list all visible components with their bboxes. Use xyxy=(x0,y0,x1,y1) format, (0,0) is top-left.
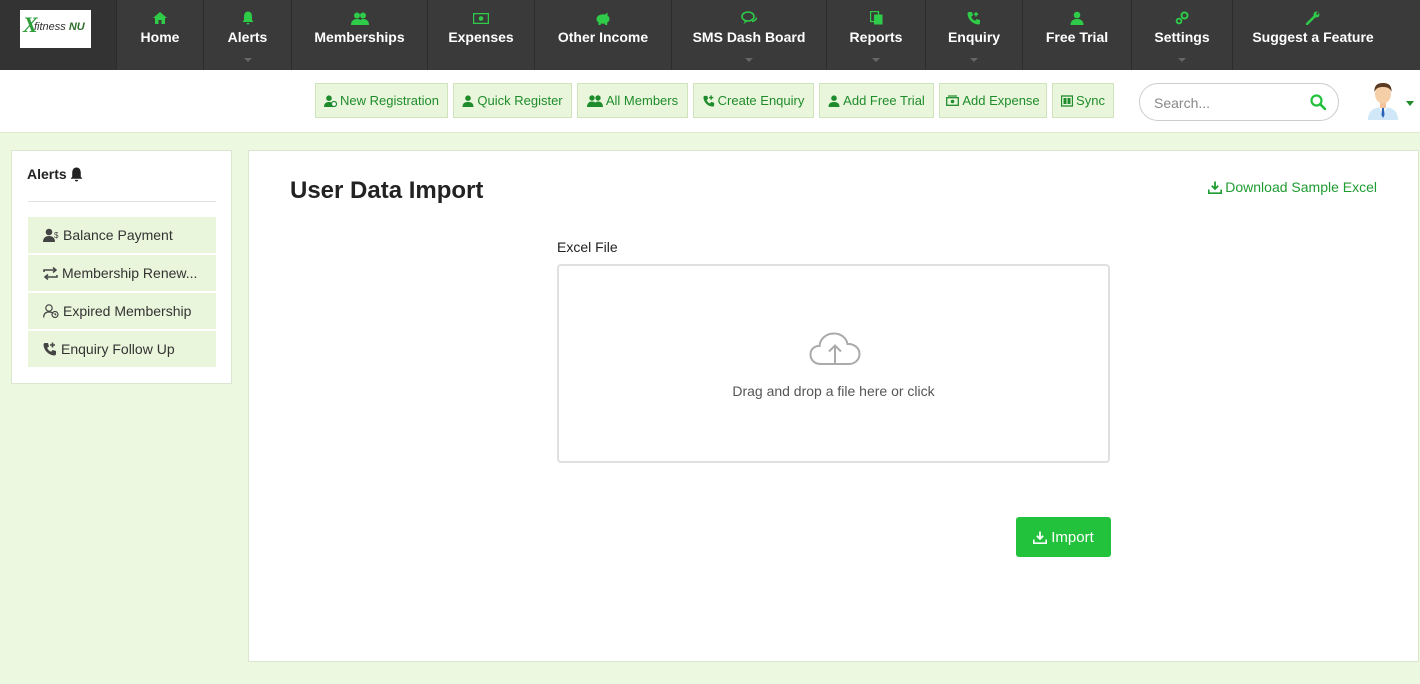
gears-icon xyxy=(1175,9,1189,27)
alerts-sidebar: Alerts $ Balance Payment Membership Rene… xyxy=(11,150,232,384)
nav-label: SMS Dash Board xyxy=(692,29,806,45)
refresh-icon xyxy=(43,266,58,280)
create-enquiry-button[interactable]: Create Enquiry xyxy=(693,83,814,118)
add-expense-button[interactable]: Add Expense xyxy=(939,83,1047,118)
copy-icon xyxy=(869,9,883,27)
sidebar-item-enquiry-follow-up[interactable]: Enquiry Follow Up xyxy=(28,331,216,367)
button-label: New Registration xyxy=(340,93,439,108)
user-icon xyxy=(1070,9,1084,27)
all-members-button[interactable]: All Members xyxy=(577,83,688,118)
download-link-label: Download Sample Excel xyxy=(1225,179,1377,195)
nav-home[interactable]: Home xyxy=(116,0,203,70)
sidebar-item-balance-payment[interactable]: $ Balance Payment xyxy=(28,217,216,253)
top-navbar: X fitness NU Home Alerts Memberships Exp… xyxy=(0,0,1420,70)
sidebar-title: Alerts xyxy=(27,166,84,182)
divider xyxy=(28,201,216,202)
logo-area: X fitness NU xyxy=(0,0,116,70)
nav-label: Settings xyxy=(1154,29,1210,45)
download-icon xyxy=(1208,181,1223,194)
sidebar-item-expired-membership[interactable]: Expired Membership xyxy=(28,293,216,329)
button-label: All Members xyxy=(605,93,679,108)
sidebar-title-label: Alerts xyxy=(27,166,67,182)
nav-expenses[interactable]: Expenses xyxy=(427,0,534,70)
button-label: Quick Register xyxy=(477,93,563,108)
phone-plus-icon xyxy=(703,94,714,107)
sidebar-item-membership-renewal[interactable]: Membership Renew... xyxy=(28,255,216,291)
chevron-down-icon xyxy=(243,58,252,62)
logo-text: fitness NU xyxy=(34,21,85,33)
dropzone-text: Drag and drop a file here or click xyxy=(732,383,935,399)
nav-label: Home xyxy=(140,29,180,45)
nav-label: Suggest a Feature xyxy=(1252,29,1374,45)
nav-label: Expenses xyxy=(448,29,514,45)
nav-settings[interactable]: Settings xyxy=(1131,0,1232,70)
nav-label: Memberships xyxy=(314,29,405,45)
file-dropzone[interactable]: Drag and drop a file here or click xyxy=(557,264,1110,463)
add-free-trial-button[interactable]: Add Free Trial xyxy=(819,83,934,118)
nav-other-income[interactable]: Other Income xyxy=(534,0,671,70)
nav-label: Reports xyxy=(849,29,903,45)
brand-logo[interactable]: X fitness NU xyxy=(20,10,91,48)
nav-label: Other Income xyxy=(557,29,649,45)
nav-suggest-feature[interactable]: Suggest a Feature xyxy=(1232,0,1393,70)
button-label: Add Expense xyxy=(962,93,1040,108)
users-icon xyxy=(350,9,369,27)
sync-button[interactable]: Sync xyxy=(1052,83,1114,118)
cloud-upload-icon xyxy=(809,332,861,365)
chat-icon xyxy=(741,9,757,27)
new-registration-button[interactable]: New Registration xyxy=(315,83,448,118)
import-panel: User Data Import Download Sample Excel E… xyxy=(248,150,1419,662)
svg-text:$: $ xyxy=(54,231,59,240)
button-label: Add Free Trial xyxy=(843,93,925,108)
wrench-icon xyxy=(1306,9,1320,27)
home-icon xyxy=(153,9,167,27)
button-label: Create Enquiry xyxy=(717,93,805,108)
download-sample-excel-link[interactable]: Download Sample Excel xyxy=(1208,179,1377,195)
avatar[interactable] xyxy=(1366,82,1400,120)
excel-file-label: Excel File xyxy=(557,239,618,255)
sidebar-item-label: Balance Payment xyxy=(63,227,173,243)
sidebar-item-label: Expired Membership xyxy=(63,303,192,319)
chevron-down-icon xyxy=(1178,58,1186,62)
search-box xyxy=(1139,83,1339,121)
nav-free-trial[interactable]: Free Trial xyxy=(1022,0,1131,70)
phone-icon xyxy=(967,9,981,27)
user-icon xyxy=(828,94,840,107)
money-icon xyxy=(473,9,489,27)
nav-enquiry[interactable]: Enquiry xyxy=(925,0,1022,70)
user-dollar-icon: $ xyxy=(43,228,59,242)
nav-label: Alerts xyxy=(227,29,268,45)
import-button-label: Import xyxy=(1051,528,1094,546)
user-plus-icon xyxy=(324,94,337,107)
nav-sms-dashboard[interactable]: SMS Dash Board xyxy=(671,0,826,70)
chevron-down-icon xyxy=(970,58,978,62)
quick-register-button[interactable]: Quick Register xyxy=(453,83,572,118)
piggy-bank-icon xyxy=(595,9,611,27)
button-label: Sync xyxy=(1076,93,1105,108)
user-icon xyxy=(462,94,474,107)
chevron-down-icon[interactable] xyxy=(1406,101,1414,106)
import-button[interactable]: Import xyxy=(1016,517,1111,557)
bell-icon xyxy=(70,167,83,181)
chevron-down-icon xyxy=(745,58,753,62)
quick-actions-toolbar: New Registration Quick Register All Memb… xyxy=(0,70,1420,133)
nav-label: Enquiry xyxy=(947,29,1001,45)
import-icon xyxy=(1033,531,1048,544)
nav-reports[interactable]: Reports xyxy=(826,0,925,70)
sidebar-item-label: Membership Renew... xyxy=(62,265,198,281)
sync-icon xyxy=(1061,94,1074,107)
search-icon[interactable] xyxy=(1310,94,1327,115)
money-icon xyxy=(946,95,960,106)
users-icon xyxy=(586,94,603,107)
nav-alerts[interactable]: Alerts xyxy=(203,0,291,70)
search-input[interactable] xyxy=(1154,93,1304,113)
nav-memberships[interactable]: Memberships xyxy=(291,0,427,70)
chevron-down-icon xyxy=(872,58,880,62)
phone-icon xyxy=(43,342,56,356)
sidebar-item-label: Enquiry Follow Up xyxy=(61,341,175,357)
bell-icon xyxy=(241,9,255,27)
nav-label: Free Trial xyxy=(1045,29,1109,45)
user-clock-icon xyxy=(43,304,59,318)
page-title: User Data Import xyxy=(290,177,484,204)
